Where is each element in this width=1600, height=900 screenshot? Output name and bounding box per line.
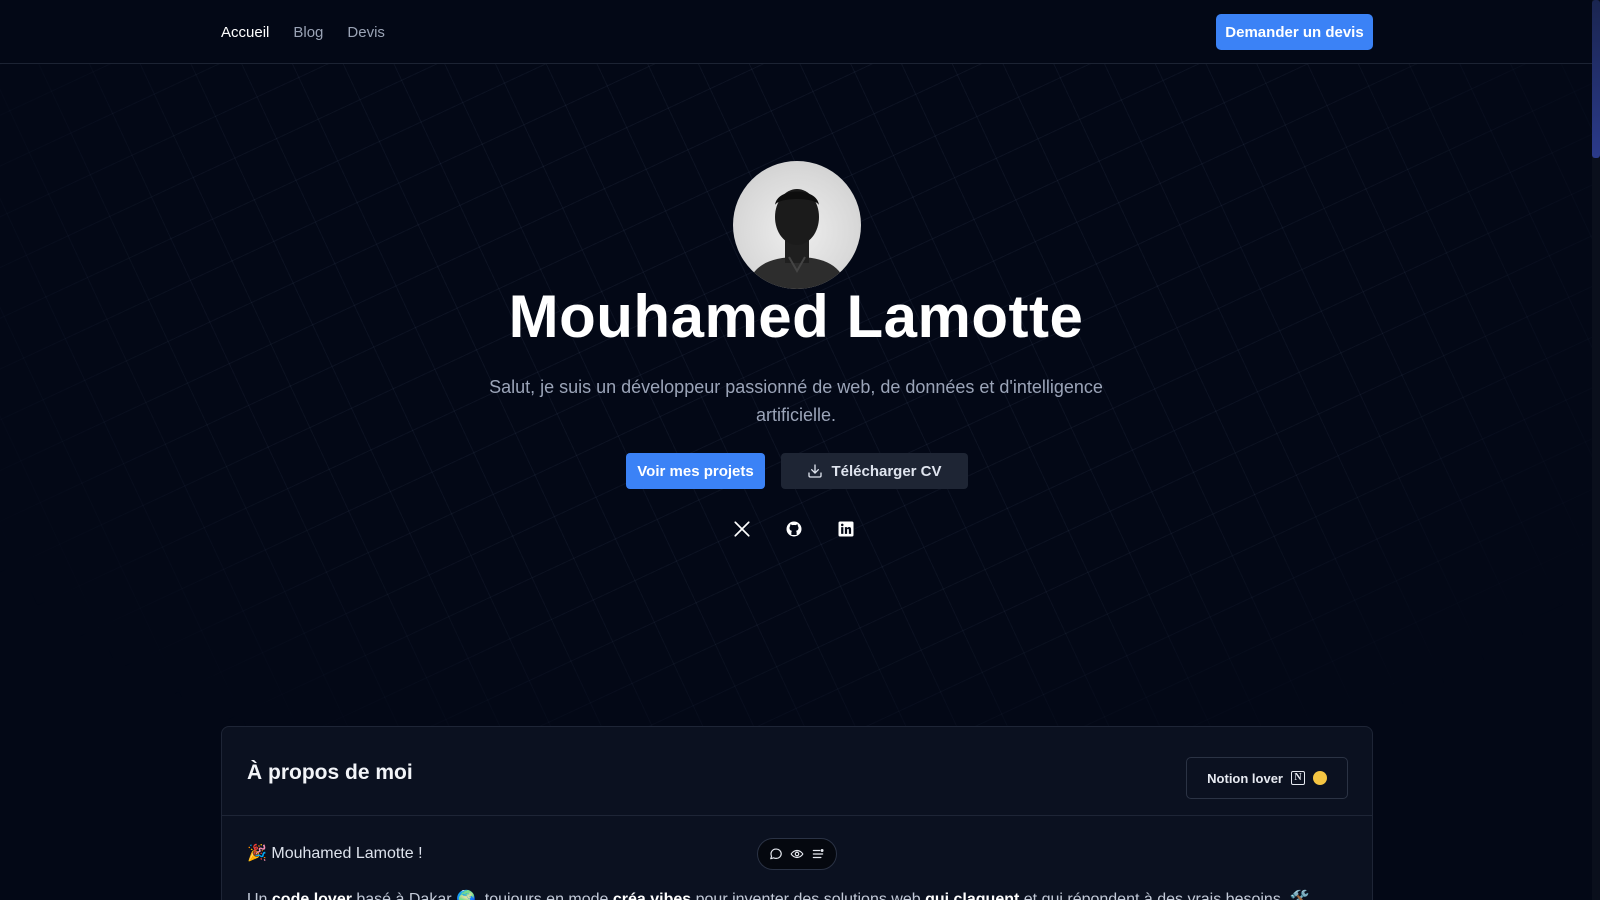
badge-label: Notion lover [1207,770,1283,786]
nav-item-devis[interactable]: Devis [347,24,385,41]
x-icon[interactable] [733,520,751,538]
linkedin-icon[interactable] [837,520,855,538]
nav-item-accueil[interactable]: Accueil [221,24,269,41]
hero-subtitle: Salut, je suis un développeur passionné … [489,377,1103,425]
request-quote-button[interactable]: Demander un devis [1216,14,1373,50]
download-cv-label: Télécharger CV [831,462,942,480]
notion-icon: N [1291,771,1305,785]
eye-icon[interactable] [790,847,804,861]
main-nav: Accueil Blog Devis [221,0,385,64]
download-icon [808,464,823,478]
smiley-icon [1313,771,1327,785]
about-card-header: À propos de moi Notion lover N [222,727,1372,816]
notion-lover-badge[interactable]: Notion lover N [1186,757,1348,799]
scrollbar-thumb[interactable] [1592,0,1600,158]
top-navbar: Accueil Blog Devis Demander un devis [0,0,1592,64]
download-cv-button[interactable]: Télécharger CV [781,453,968,489]
profile-avatar [733,161,861,289]
about-card: À propos de moi Notion lover N 🎉 Mouhame… [221,726,1373,900]
list-icon[interactable] [811,847,825,861]
nav-item-blog[interactable]: Blog [293,24,323,41]
social-links [733,520,855,538]
about-title: À propos de moi [247,761,413,784]
floating-toolbar [757,838,837,870]
github-icon[interactable] [785,520,803,538]
about-intro: Un code lover basé à Dakar 🌍, toujours e… [247,891,1310,900]
about-greeting: 🎉 Mouhamed Lamotte ! [247,845,423,862]
comment-icon[interactable] [769,847,783,861]
hero-name: Mouhamed Lamotte [508,283,1084,350]
view-projects-button[interactable]: Voir mes projets [626,453,765,489]
page-scrollbar[interactable] [1592,0,1600,900]
